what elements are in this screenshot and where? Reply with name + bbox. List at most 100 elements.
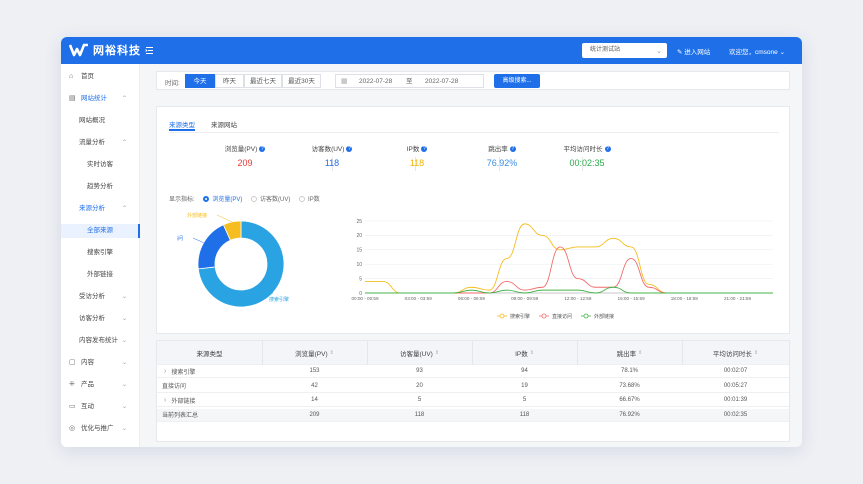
- th-uv[interactable]: 访客量(UV) ⇕: [367, 341, 472, 364]
- cell-ip: 94: [472, 365, 577, 377]
- user-menu[interactable]: 欢迎您，cmsone ⌄: [729, 46, 785, 56]
- cell-source: › 外部链接: [157, 394, 262, 406]
- th-duration[interactable]: 平均访问时长 ⇕: [682, 341, 789, 364]
- sidebar-item-home[interactable]: ⌂ 首页: [61, 70, 140, 84]
- cell-duration: 00:02:07: [682, 365, 789, 377]
- sidebar-item-site-stats[interactable]: ▤ 网站统计 ⌃: [61, 92, 140, 106]
- expand-icon[interactable]: ›: [164, 397, 166, 404]
- table-row[interactable]: › 搜索引擎 153 93 94 78.1% 00:02:07: [157, 365, 789, 378]
- sidebar-item-trend[interactable]: 趋势分析: [61, 180, 140, 194]
- tab-source-site[interactable]: 来源网站: [211, 119, 237, 129]
- metric-uv: 访客数(UV)? 118: [292, 143, 372, 168]
- chevron-down-icon: ⌄: [122, 338, 128, 344]
- help-icon[interactable]: ?: [604, 146, 611, 152]
- radio-uv[interactable]: [251, 196, 258, 202]
- x-tick-label: 03:00 - 03:59: [405, 296, 433, 301]
- th-label: IP数: [515, 350, 528, 358]
- sidebar-item-promotion[interactable]: ◎ 优化与推广 ⌄: [61, 422, 140, 436]
- expand-icon[interactable]: ›: [164, 368, 166, 375]
- cell-pv: 14: [262, 394, 367, 406]
- series-line[interactable]: [364, 223, 773, 294]
- th-pv[interactable]: 浏览量(PV) ⇕: [262, 341, 367, 364]
- help-icon[interactable]: ?: [421, 146, 428, 152]
- table-row: 直接访问 42 20 19 73.68% 00:05:27: [157, 380, 789, 393]
- cell-text: 93: [416, 368, 423, 374]
- help-icon[interactable]: ?: [346, 146, 353, 152]
- sidebar-item-interaction[interactable]: ▭ 互动 ⌄: [61, 400, 140, 414]
- metric-value: 76.92%: [486, 158, 518, 168]
- legend-label[interactable]: 搜索引擎: [510, 313, 530, 320]
- legend-label[interactable]: 外部链接: [594, 313, 614, 320]
- sidebar-item-label: 内容发布统计: [79, 337, 118, 344]
- metric-label: 平均访问时长: [563, 146, 603, 153]
- radio-ip-label[interactable]: IP数: [308, 197, 320, 203]
- sidebar-item-realtime[interactable]: 实时访客: [61, 158, 140, 172]
- radio-pv-label[interactable]: 浏览量(PV): [212, 197, 242, 203]
- metric-label: 访客数(UV): [311, 146, 345, 153]
- top-bar: 网裕科技 统计测试站 ⌄ ✎ 进入网站 欢迎您，cmsone ⌄: [61, 37, 802, 64]
- sort-icon: ⇕: [753, 349, 759, 356]
- sidebar-item-products[interactable]: ⁜ 产品 ⌄: [61, 378, 140, 392]
- cell-uv: 20: [367, 380, 472, 392]
- sidebar-item-search-engines[interactable]: 搜索引擎: [61, 246, 140, 260]
- cell-text: 搜索引擎: [171, 369, 196, 376]
- table-row[interactable]: › 外部链接 14 5 5 66.67% 00:01:39: [157, 394, 789, 407]
- y-tick-label: 15: [356, 248, 362, 254]
- cell-text: 118: [519, 411, 530, 418]
- chevron-up-icon: ⌃: [122, 140, 128, 146]
- th-bounce[interactable]: 跳出率 ⇕: [577, 341, 682, 364]
- chat-icon: ▭: [69, 403, 76, 410]
- chevron-down-icon: ⌄: [122, 316, 128, 322]
- sort-icon: ⇕: [329, 349, 334, 356]
- series-line[interactable]: [364, 246, 773, 294]
- metric-bounce: 跳出率? 76.92%: [462, 143, 542, 168]
- series-line[interactable]: [364, 286, 773, 294]
- date-range-picker[interactable]: ▦ 2022-07-28 至 2022-07-28: [335, 74, 484, 88]
- advanced-search-button[interactable]: 高级搜索...: [494, 74, 540, 88]
- sidebar-item-all-sources[interactable]: 全部来源: [61, 224, 140, 238]
- menu-toggle-icon[interactable]: [145, 46, 154, 55]
- yesterday-button[interactable]: 昨天: [215, 74, 244, 88]
- th-ip[interactable]: IP数 ⇕: [472, 341, 577, 364]
- donut-slice[interactable]: [197, 224, 231, 270]
- sidebar-item-publish-stats[interactable]: 内容发布统计 ⌄: [61, 334, 140, 348]
- date-separator: 至: [406, 78, 413, 85]
- donut-leader-line: [192, 237, 204, 243]
- legend-label[interactable]: 直接访问: [552, 313, 572, 320]
- logo-mark-icon: [69, 43, 88, 57]
- brand-logo[interactable]: 网裕科技: [69, 42, 141, 58]
- home-icon: ⌂: [69, 73, 74, 80]
- help-icon[interactable]: ?: [259, 146, 266, 152]
- radio-pv[interactable]: [203, 196, 210, 202]
- enter-site-link[interactable]: ✎ 进入网站: [677, 46, 710, 56]
- sidebar-item-content[interactable]: ▢ 内容 ⌄: [61, 356, 140, 370]
- metric-label: 跳出率: [488, 146, 508, 153]
- th-label: 浏览量(PV): [295, 350, 328, 358]
- tab-source-type[interactable]: 来源类型: [169, 119, 195, 131]
- metric-avg-duration: 平均访问时长? 00:02:35: [547, 143, 627, 168]
- radio-ip[interactable]: [299, 196, 306, 202]
- cell-ip: 5: [472, 394, 577, 406]
- sidebar-item-external-links[interactable]: 外部链接: [61, 268, 140, 282]
- sidebar-item-source[interactable]: 来源分析 ⌃: [61, 202, 140, 216]
- donut-label: 搜索引擎: [269, 296, 289, 303]
- cell-text: 00:01:39: [723, 397, 748, 403]
- help-icon[interactable]: ?: [509, 146, 516, 152]
- last-30-days-button[interactable]: 最近30天: [282, 74, 321, 88]
- x-tick-label: 12:00 - 12:59: [564, 296, 592, 301]
- sidebar-item-visited[interactable]: 受访分析 ⌄: [61, 290, 140, 304]
- sidebar-item-visitors[interactable]: 访客分析 ⌄: [61, 312, 140, 326]
- x-tick-label: 18:00 - 18:59: [671, 296, 699, 301]
- sidebar-item-traffic[interactable]: 流量分析 ⌃: [61, 136, 140, 150]
- sidebar-item-overview[interactable]: 网站概况: [61, 114, 140, 128]
- sort-icon: ⇕: [434, 349, 440, 356]
- chevron-down-icon: ⌄: [656, 48, 662, 55]
- y-tick-label: 20: [356, 233, 362, 239]
- site-select[interactable]: 统计测试站 ⌄: [582, 43, 667, 58]
- last-7-days-button[interactable]: 最近七天: [244, 74, 282, 88]
- radio-uv-label[interactable]: 访客数(UV): [260, 197, 290, 203]
- cell-text: 66.67%: [619, 397, 640, 403]
- cell-ip: 19: [472, 380, 577, 392]
- brand-name: 网裕科技: [93, 45, 141, 57]
- today-button[interactable]: 今天: [185, 74, 215, 88]
